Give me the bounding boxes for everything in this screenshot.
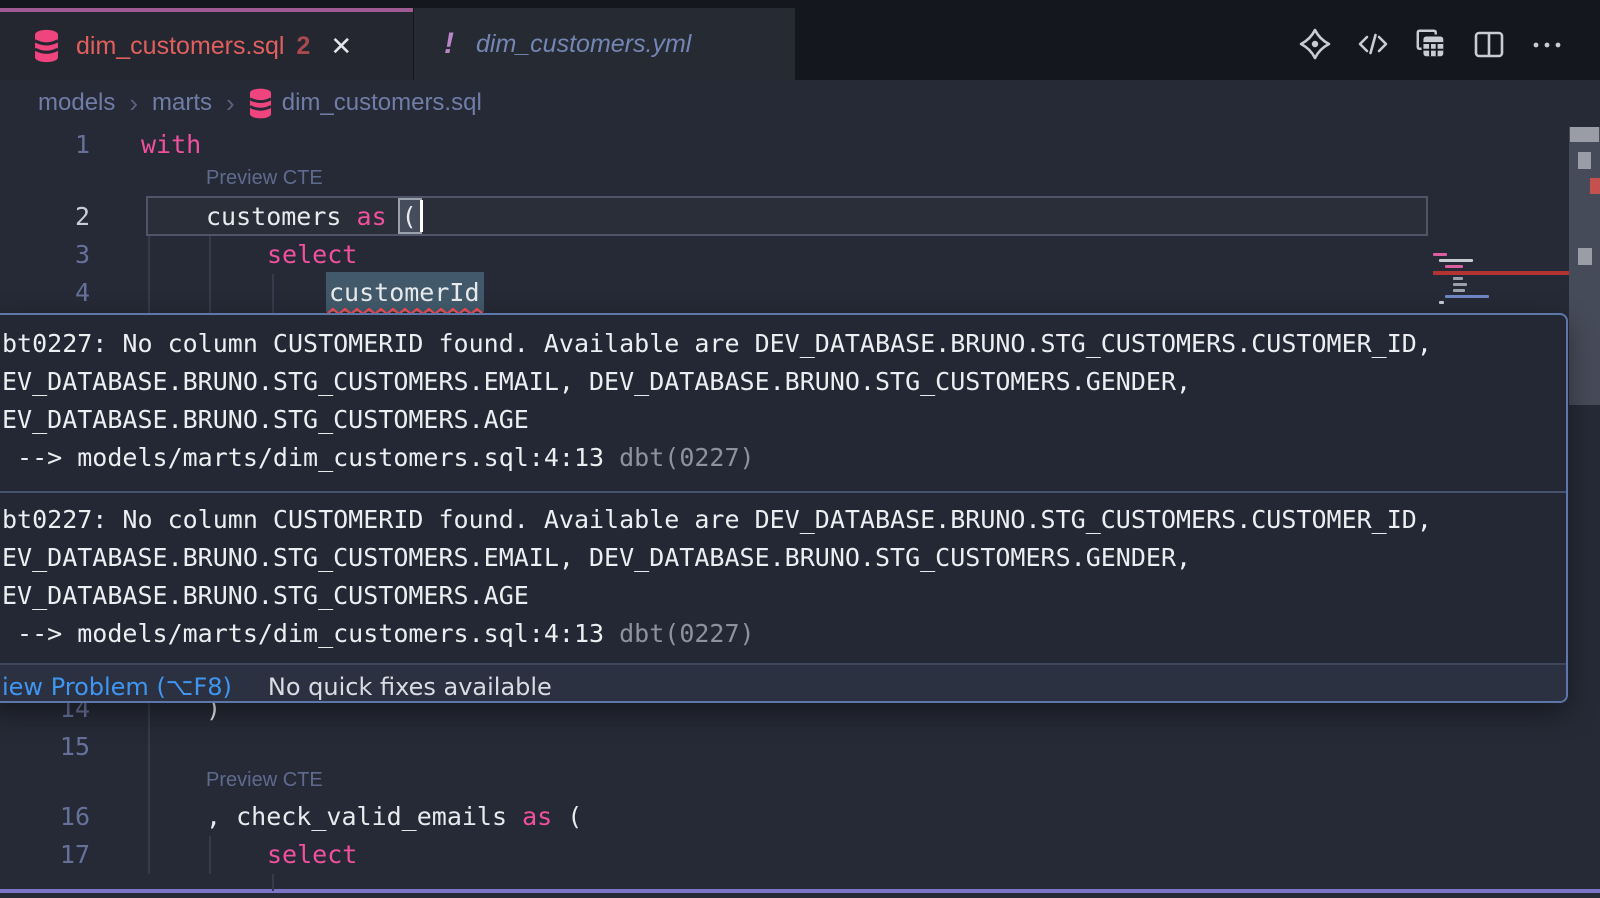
- code-line-1: with: [141, 126, 201, 164]
- error-location: --> models/marts/dim_customers.sql:4:13 …: [2, 615, 1566, 653]
- tab-dim-customers-yml[interactable]: ! dim_customers.yml: [414, 8, 795, 80]
- error-code: dbt(0227): [619, 619, 754, 648]
- text-cursor: [420, 200, 423, 232]
- breadcrumb: models › marts › dim_customers.sql: [0, 80, 1600, 126]
- indent-guide: [209, 836, 211, 874]
- error-text: bt0227: No column CUSTOMERID found. Avai…: [2, 501, 1566, 539]
- error-code: dbt(0227): [619, 443, 754, 472]
- tab-badge: 2: [296, 32, 310, 61]
- code-icon[interactable]: [1356, 27, 1390, 61]
- no-quick-fixes-text: No quick fixes available: [268, 673, 552, 701]
- line-number: 1: [30, 126, 90, 164]
- query-results-icon[interactable]: [1414, 27, 1448, 61]
- vscode-window: { "colors": { "keyword_pink": "#f2509e",…: [0, 0, 1600, 898]
- window-bottom-border: [0, 889, 1600, 893]
- overview-marker: [1578, 152, 1591, 169]
- codelens-preview-cte[interactable]: Preview CTE: [206, 166, 323, 190]
- breadcrumb-item-marts[interactable]: marts: [152, 89, 212, 117]
- tab-filename: dim_customers.sql: [76, 32, 284, 61]
- database-icon: [34, 29, 59, 63]
- line-number: 4: [30, 274, 90, 312]
- tab-dim-customers-sql[interactable]: dim_customers.sql 2 ✕: [0, 8, 413, 80]
- hover-status-bar: iew Problem (⌥F8) No quick fixes availab…: [0, 663, 1566, 703]
- error-text: EV_DATABASE.BRUNO.STG_CUSTOMERS.AGE: [2, 401, 1566, 439]
- chevron-right-icon: ›: [129, 88, 138, 119]
- code-line-16: , check_valid_emails as (: [206, 798, 582, 836]
- dbt-icon[interactable]: [1298, 27, 1332, 61]
- code-line-3: select: [267, 236, 357, 274]
- error-location: --> models/marts/dim_customers.sql:4:13 …: [2, 439, 1566, 477]
- breadcrumb-file[interactable]: dim_customers.sql: [282, 89, 482, 117]
- database-icon: [249, 88, 272, 119]
- tab-bar: dim_customers.sql 2 ✕ ! dim_customers.ym…: [0, 0, 1600, 80]
- error-message-block: bt0227: No column CUSTOMERID found. Avai…: [0, 315, 1566, 491]
- view-problem-link[interactable]: iew Problem (⌥F8): [2, 673, 232, 701]
- overview-marker: [1578, 248, 1592, 265]
- more-actions-icon[interactable]: [1530, 27, 1564, 61]
- indent-guide: [272, 874, 274, 891]
- close-icon[interactable]: ✕: [330, 31, 352, 62]
- line-number: 16: [30, 798, 90, 836]
- codelens-preview-cte[interactable]: Preview CTE: [206, 768, 323, 792]
- indent-guide: [148, 836, 150, 874]
- error-message-block: bt0227: No column CUSTOMERID found. Avai…: [0, 493, 1566, 663]
- chevron-right-icon: ›: [226, 88, 235, 119]
- overview-marker: [1570, 127, 1599, 142]
- line-number: 15: [30, 728, 90, 766]
- error-text: EV_DATABASE.BRUNO.STG_CUSTOMERS.AGE: [2, 577, 1566, 615]
- indent-guide: [148, 236, 150, 313]
- error-text: bt0227: No column CUSTOMERID found. Avai…: [2, 325, 1566, 363]
- overview-error-marker: [1590, 178, 1600, 194]
- code-line-17: select: [267, 836, 357, 874]
- scrollbar[interactable]: [1569, 126, 1600, 898]
- tab-filename: dim_customers.yml: [476, 30, 691, 59]
- warning-icon: !: [444, 27, 454, 61]
- error-text: EV_DATABASE.BRUNO.STG_CUSTOMERS.EMAIL, D…: [2, 363, 1566, 401]
- line-number: 3: [30, 236, 90, 274]
- indent-guide: [209, 236, 211, 313]
- error-hover-popup: bt0227: No column CUSTOMERID found. Avai…: [0, 313, 1568, 703]
- error-text: EV_DATABASE.BRUNO.STG_CUSTOMERS.EMAIL, D…: [2, 539, 1566, 577]
- line-number: 17: [30, 836, 90, 874]
- split-editor-icon[interactable]: [1472, 27, 1506, 61]
- breadcrumb-item-models[interactable]: models: [38, 89, 115, 117]
- indent-guide: [272, 274, 274, 313]
- code-line-2: customers as (: [206, 198, 417, 236]
- editor-actions: [1298, 8, 1564, 80]
- line-number-current: 2: [30, 198, 90, 236]
